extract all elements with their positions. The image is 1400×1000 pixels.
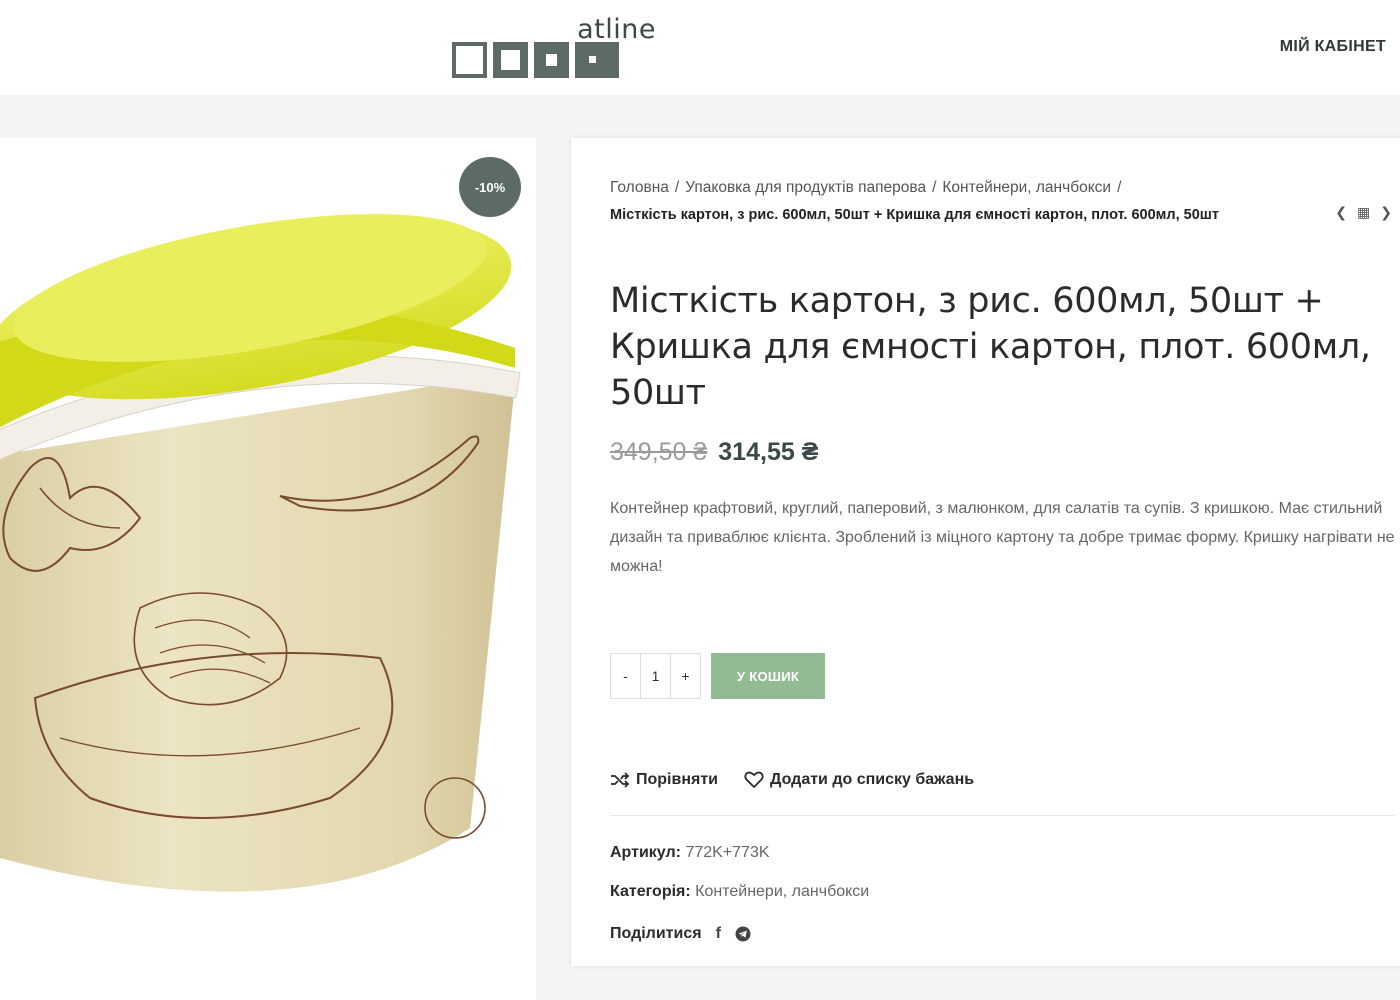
breadcrumb-current: Місткість картон, з рис. 600мл, 50шт + К… <box>610 207 1219 223</box>
share-row: Поділитися f <box>610 925 751 943</box>
product-navigation: ❮ ▦ ❯ <box>1335 204 1392 221</box>
breadcrumb-home[interactable]: Головна <box>610 179 669 196</box>
product-summary: Головна / Упаковка для продуктів паперова /… <box>571 138 1400 966</box>
my-account-link[interactable]: МІЙ КАБІНЕТ <box>1280 38 1386 56</box>
add-to-cart-button[interactable]: У КОШИК <box>711 653 825 699</box>
prev-product-icon[interactable]: ❮ <box>1335 204 1347 221</box>
product-actions: Порівняти Додати до списку бажань <box>610 771 974 789</box>
site-header: atline МІЙ КАБІНЕТ <box>0 0 1400 95</box>
shuffle-icon <box>611 772 630 788</box>
qty-minus-button[interactable]: - <box>611 654 640 698</box>
sku-value: 772K+773K <box>685 844 770 861</box>
logo[interactable]: atline <box>452 14 658 80</box>
category-label: Категорія: <box>610 883 691 900</box>
product-price: 349,50 ₴ 314,55 ₴ <box>610 438 818 467</box>
old-price: 349,50 ₴ <box>610 438 708 466</box>
product-title: Місткість картон, з рис. 600мл, 50шт + К… <box>610 281 1371 413</box>
category-row: Категорія: Контейнери, ланчбокси <box>610 883 869 901</box>
qty-plus-button[interactable]: + <box>671 654 700 698</box>
wishlist-label: Додати до списку бажань <box>770 771 975 788</box>
sku-label: Артикул: <box>610 844 681 861</box>
logo-mark <box>452 42 619 78</box>
breadcrumb: Головна / Упаковка для продуктів паперова /… <box>610 179 1219 223</box>
category-link[interactable]: Контейнери, ланчбокси <box>695 883 869 900</box>
wishlist-button[interactable]: Додати до списку бажань <box>744 771 974 789</box>
next-product-icon[interactable]: ❯ <box>1380 204 1392 221</box>
compare-button[interactable]: Порівняти <box>610 771 718 789</box>
sale-price: 314,55 ₴ <box>718 438 819 466</box>
heart-icon <box>744 771 764 789</box>
product-image[interactable] <box>0 138 536 1000</box>
divider <box>610 815 1395 816</box>
sale-badge: -10% <box>459 157 521 217</box>
breadcrumb-packaging[interactable]: Упаковка для продуктів паперова <box>685 179 926 196</box>
grid-icon[interactable]: ▦ <box>1357 204 1370 221</box>
qty-input[interactable]: 1 <box>640 654 671 698</box>
product-description: Контейнер крафтовий, круглий, паперовий,… <box>610 500 1395 575</box>
breadcrumb-containers[interactable]: Контейнери, ланчбокси <box>942 179 1111 196</box>
telegram-icon[interactable] <box>735 926 751 942</box>
quantity-stepper: - 1 + <box>610 653 701 699</box>
compare-label: Порівняти <box>636 771 718 788</box>
logo-text: atline <box>577 14 656 45</box>
sku-row: Артикул: 772K+773K <box>610 844 770 862</box>
product-photo <box>0 214 521 892</box>
share-label: Поділитися <box>610 925 702 942</box>
facebook-icon[interactable]: f <box>716 925 721 943</box>
